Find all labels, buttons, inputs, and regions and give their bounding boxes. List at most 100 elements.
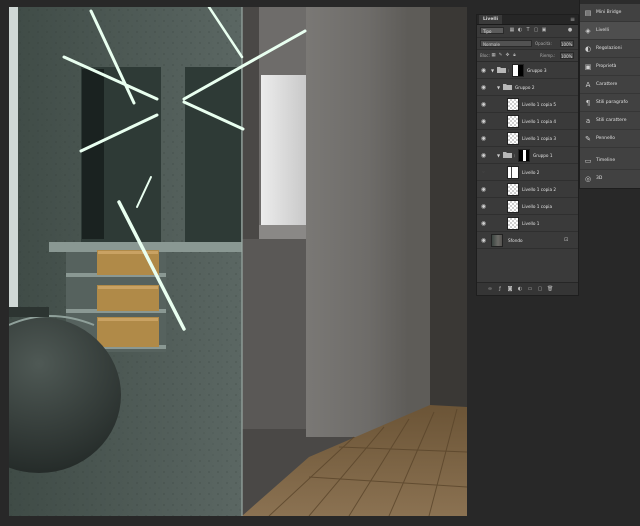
- visibility-eye-icon[interactable]: ◉: [480, 152, 487, 159]
- layer-thumbnail[interactable]: [507, 132, 519, 145]
- lock-image-icon[interactable]: ✎: [498, 53, 503, 58]
- layer-row-livello-1[interactable]: ◉ Livello 1: [477, 215, 578, 232]
- dock-item-label: Stili paragrafo: [596, 100, 628, 105]
- dock-item-layers[interactable]: ◈ Livelli: [580, 22, 640, 40]
- blend-row: Normale Opacità: 100%: [477, 37, 578, 49]
- link-layers-icon[interactable]: ∞: [487, 286, 493, 292]
- filter-toggle-icon[interactable]: ●: [567, 27, 573, 33]
- layer-thumbnail[interactable]: [507, 183, 519, 196]
- new-group-icon[interactable]: ▭: [527, 286, 533, 292]
- dock-item-paragraph-styles[interactable]: ¶ Stili paragrafo: [580, 94, 640, 112]
- layer-thumbnail[interactable]: [507, 217, 519, 230]
- layer-row-livello-2[interactable]: ◦ Livello 2: [477, 164, 578, 181]
- delete-layer-icon[interactable]: 🗑︎: [547, 286, 553, 292]
- pixel-filter-icon[interactable]: ▦: [509, 27, 515, 33]
- new-adjustment-layer-icon[interactable]: ◐: [517, 286, 523, 292]
- dock-lower-section: ▭ Timeline ◎ 3D: [579, 152, 640, 189]
- bathroom-render-image: [9, 7, 467, 516]
- new-layer-icon[interactable]: ▢: [537, 286, 543, 292]
- layer-row-gruppo-2[interactable]: ◉ ▼ Gruppo 2: [477, 79, 578, 96]
- link-icon: ⁝: [514, 153, 516, 158]
- dock-item-adjustments[interactable]: ◐ Regolazioni: [580, 40, 640, 58]
- dock-item-label: Carattere: [596, 82, 618, 87]
- visibility-eye-icon[interactable]: ◉: [480, 67, 487, 74]
- layer-mask-thumbnail[interactable]: [512, 64, 524, 77]
- layer-row-livello-1-copia-5[interactable]: ◉ Livello 1 copia 5: [477, 96, 578, 113]
- layer-name: Livello 1 copia 2: [522, 187, 557, 192]
- layer-thumbnail[interactable]: [507, 200, 519, 213]
- shape-filter-icon[interactable]: ▢: [533, 27, 539, 33]
- layer-row-livello-1-copia-3[interactable]: ◉ Livello 1 copia 3: [477, 130, 578, 147]
- type-filter-icon[interactable]: T: [525, 27, 531, 33]
- visibility-eye-icon[interactable]: ◉: [480, 237, 487, 244]
- fill-field[interactable]: 100%: [560, 52, 574, 59]
- add-mask-icon[interactable]: ◙: [507, 286, 513, 292]
- dock-item-character-styles[interactable]: a Stili carattere: [580, 112, 640, 130]
- dock-item-label: Stili carattere: [596, 118, 627, 123]
- kind-filter-select[interactable]: Tipo: [480, 27, 504, 34]
- dock-item-properties[interactable]: ▣ Proprietà: [580, 58, 640, 76]
- dock-item-label: 3D: [596, 176, 603, 181]
- lock-transparent-icon[interactable]: ▦: [491, 53, 496, 58]
- layer-name: Gruppo 3: [527, 68, 547, 73]
- visibility-eye-icon[interactable]: ◉: [480, 186, 487, 193]
- opacity-field[interactable]: 100%: [560, 40, 574, 47]
- visibility-eye-icon[interactable]: ◉: [480, 135, 487, 142]
- panel-menu-icon[interactable]: ≡: [570, 15, 575, 24]
- dock-item-brush[interactable]: ✎ Pennello: [580, 130, 640, 148]
- expand-triangle-icon[interactable]: ▼: [497, 153, 502, 158]
- layer-row-livello-1-copia-2[interactable]: ◉ Livello 1 copia 2: [477, 181, 578, 198]
- adjustment-filter-icon[interactable]: ◐: [517, 27, 523, 33]
- layer-row-gruppo-1[interactable]: ◉ ▼ ⁝ Gruppo 1: [477, 147, 578, 164]
- lock-position-icon[interactable]: ✥: [505, 53, 510, 58]
- dock-item-label: Regolazioni: [596, 46, 622, 51]
- expand-triangle-icon[interactable]: ▼: [491, 68, 496, 73]
- layer-row-livello-1-copia[interactable]: ◉ Livello 1 copia: [477, 198, 578, 215]
- blend-mode-select[interactable]: Normale: [480, 40, 532, 47]
- layer-name: Livello 1 copia: [522, 204, 553, 209]
- paragraph-styles-icon: ¶: [585, 99, 591, 107]
- layer-row-gruppo-3[interactable]: ◉ ▼ ⁝ Gruppo 3: [477, 62, 578, 79]
- dock-item-character[interactable]: A Carattere: [580, 76, 640, 94]
- character-icon: A: [585, 81, 591, 89]
- dock-item-mini-bridge[interactable]: ▤ Mini Bridge: [580, 4, 640, 22]
- folder-icon: [503, 84, 512, 90]
- lock-all-icon[interactable]: 🔒︎: [512, 53, 517, 58]
- layer-thumbnail[interactable]: [491, 234, 503, 247]
- document-canvas[interactable]: [9, 7, 467, 516]
- mini-bridge-icon: ▤: [584, 9, 592, 17]
- layers-icon: ◈: [585, 27, 591, 35]
- dock-item-label: Timeline: [596, 158, 616, 163]
- timeline-icon: ▭: [584, 157, 592, 165]
- adjustments-icon: ◐: [584, 45, 592, 53]
- visibility-eye-icon[interactable]: ◉: [480, 203, 487, 210]
- background-lock-icon: ⊡: [564, 237, 569, 243]
- layer-name: Livello 1 copia 5: [522, 102, 557, 107]
- smart-object-filter-icon[interactable]: ▣: [541, 27, 547, 33]
- layer-mask-thumbnail[interactable]: [518, 149, 530, 162]
- dock-item-label: Proprietà: [596, 64, 617, 69]
- visibility-eye-icon[interactable]: ◉: [480, 84, 487, 91]
- layer-style-icon[interactable]: ƒ: [497, 286, 503, 292]
- visibility-eye-icon[interactable]: ◉: [480, 118, 487, 125]
- layer-thumbnail[interactable]: [507, 166, 519, 179]
- brush-icon: ✎: [585, 135, 591, 143]
- visibility-eye-icon[interactable]: ◉: [480, 220, 487, 227]
- dock-item-3d[interactable]: ◎ 3D: [580, 170, 640, 188]
- dock-item-timeline[interactable]: ▭ Timeline: [580, 152, 640, 170]
- folder-icon: [503, 152, 512, 158]
- visibility-eye-icon[interactable]: ◦: [480, 169, 487, 176]
- opacity-label: Opacità:: [535, 41, 552, 46]
- layer-name: Livello 1 copia 4: [522, 119, 557, 124]
- layer-thumbnail[interactable]: [507, 115, 519, 128]
- layer-name: Livello 1: [522, 221, 540, 226]
- layer-thumbnail[interactable]: [507, 98, 519, 111]
- visibility-eye-icon[interactable]: ◉: [480, 101, 487, 108]
- layer-row-sfondo[interactable]: ◉ Sfondo ⊡: [477, 232, 578, 249]
- layer-row-livello-1-copia-4[interactable]: ◉ Livello 1 copia 4: [477, 113, 578, 130]
- tab-layers[interactable]: Livelli: [479, 15, 503, 24]
- folder-icon: [497, 67, 506, 73]
- layer-name: Livello 1 copia 3: [522, 136, 557, 141]
- link-icon: ⁝: [508, 68, 510, 73]
- expand-triangle-icon[interactable]: ▼: [497, 85, 502, 90]
